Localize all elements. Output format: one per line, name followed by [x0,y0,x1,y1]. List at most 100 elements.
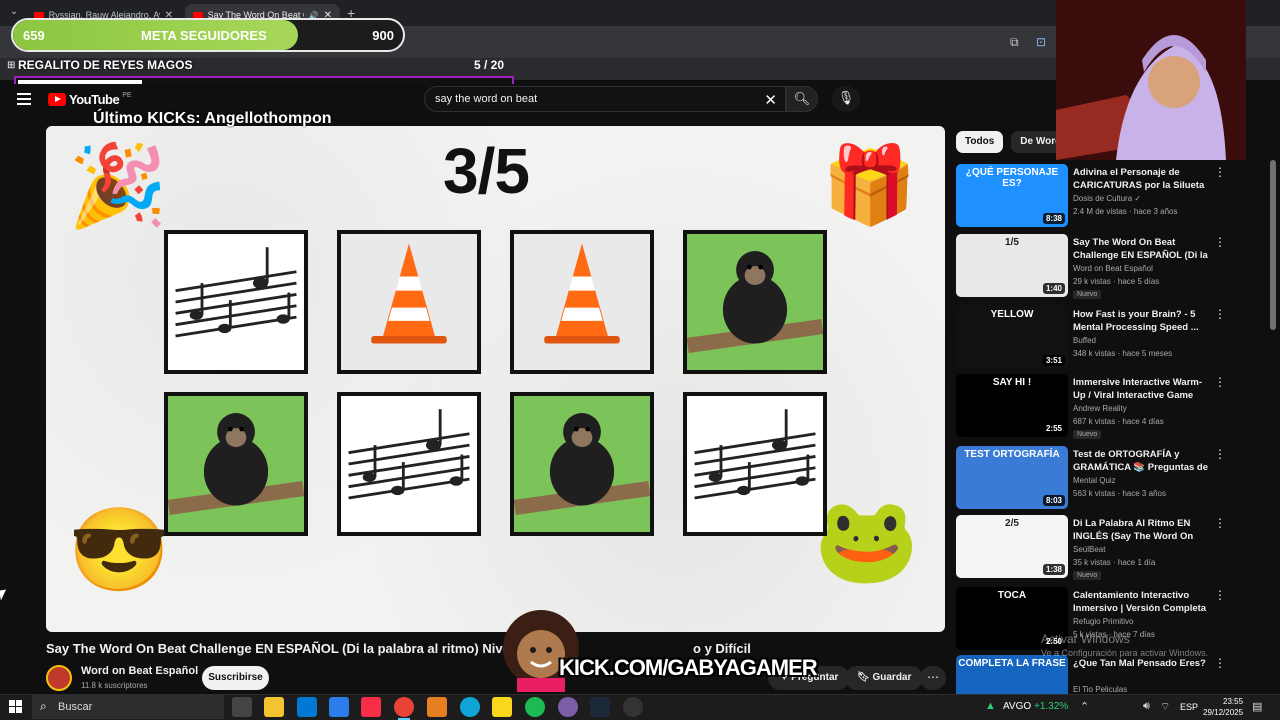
channel-name[interactable]: Word on Beat Español [81,665,198,677]
scrollbar[interactable] [1270,160,1276,330]
channel-avatar[interactable] [46,665,72,691]
related-channel[interactable]: Dosis de Cultura ✓ [1073,194,1141,203]
mail-icon[interactable] [329,697,349,717]
obs-icon[interactable] [623,697,643,717]
search-input[interactable]: say the word on beat ✕ [424,86,786,112]
round-counter: 3/5 [443,135,530,207]
more-options-icon[interactable]: ⋮ [1214,447,1226,461]
steam-icon[interactable] [590,697,610,717]
related-video[interactable]: YELLOW 3:51 How Fast is your Brain? - 5 Me… [956,306,1246,372]
related-channel[interactable]: Word on Beat Español [1073,264,1153,273]
windows-start-icon[interactable] [9,700,22,713]
related-channel[interactable]: Mental Quiz [1073,476,1116,485]
music-app-icon[interactable] [361,697,381,717]
thumbnail-text: TEST ORTOGRAFÍA [964,449,1060,460]
chrome-icon[interactable] [394,697,414,720]
discord-icon[interactable] [558,697,578,717]
more-options-icon[interactable]: ⋮ [1214,307,1226,321]
stock-change: +1.32% [1034,701,1069,712]
related-channel[interactable]: El Tio Peliculas [1073,685,1127,694]
chevron-up-icon[interactable]: ⌃ [1080,700,1089,713]
related-title[interactable]: Adivina el Personaje de CARICATURAS por … [1073,166,1211,192]
word-card-music [164,230,308,374]
video-player[interactable]: 3/5 🎉 🎁 😎 🐸 [46,126,945,632]
mouse-cursor-icon [0,589,8,601]
voice-search-button[interactable]: 🎙︎ [832,86,860,112]
party-popper-icon: 🎉 [68,141,168,230]
cast-icon[interactable]: ⧉ [1010,35,1019,50]
webcam-feed [1056,0,1246,160]
bookmark-icon: 🔖︎ [857,672,873,683]
related-meta: 2.4 M de vistas · hace 3 años [1073,207,1178,216]
word-card-music [337,392,481,536]
activate-windows-title: Activar Windows [1041,632,1130,646]
profile-icon[interactable]: ⊡ [1036,35,1046,49]
more-options-icon[interactable]: ⋮ [1214,375,1226,389]
related-video[interactable]: 1/5 1:40 Say The Word On Beat Challenge EN… [956,234,1246,300]
notifications-icon[interactable]: ▤ [1252,700,1262,713]
thumbnail-text: COMPLETA LA FRASE [958,658,1066,669]
word-card-chimp [683,230,827,374]
related-title[interactable]: Say The Word On Beat Challenge EN ESPAÑO… [1073,236,1211,262]
related-video[interactable]: SAY HI ! 2:55 Immersive Interactive Warm-U… [956,374,1246,440]
sunglasses-emoji-icon: 😎 [68,505,171,596]
related-title[interactable]: Calentamiento Interactivo Inmersivo | Ve… [1073,589,1211,615]
more-actions-button[interactable]: ⋯ [920,666,946,690]
clock[interactable]: 23:55 29/12/2025 [1203,696,1243,718]
related-title[interactable]: How Fast is your Brain? - 5 Mental Proce… [1073,308,1211,334]
edge-icon[interactable] [460,697,480,717]
activate-windows-subtitle: Ve a Configuración para activar Windows. [1041,648,1209,658]
grid-icon: ⊞ [7,60,16,71]
related-video[interactable]: TEST ORTOGRAFÍA 8:03 Test de ORTOGRAFÍA y … [956,446,1246,512]
related-video[interactable]: ¿QUÉ PERSONAJE ES? 8:38 Adivina el Persona… [956,164,1246,230]
vlc-icon[interactable] [427,697,447,717]
more-options-icon[interactable]: ⋮ [1214,165,1226,179]
frog-singer-icon: 🐸 [814,493,919,587]
taskbar-search-placeholder: Buscar [58,701,93,713]
spotify-icon[interactable] [525,697,545,717]
youtube-logo[interactable]: YouTube PE [48,92,132,107]
clear-search-icon[interactable]: ✕ [764,91,777,109]
save-button[interactable]: 🔖︎ Guardar [845,666,924,690]
video-duration: 8:03 [1042,495,1065,506]
related-channel[interactable]: Refugio Primitivo [1073,617,1133,626]
notes-icon[interactable] [492,697,512,717]
menu-icon[interactable] [17,93,31,105]
video-thumbnail[interactable]: 1/5 1:40 [956,234,1068,297]
related-channel[interactable]: Buffed [1073,336,1096,345]
wifi-icon[interactable]: ⌔ [1160,700,1170,714]
screen: ⌄ Ryssian, Rauw Alejandro, Ayra S ✕ Say … [0,0,1280,720]
more-options-icon[interactable]: ⋮ [1214,516,1226,530]
video-thumbnail[interactable]: SAY HI ! 2:55 [956,374,1068,437]
video-thumbnail[interactable]: ¿QUÉ PERSONAJE ES? 8:38 [956,164,1068,227]
chip-all[interactable]: Todos [956,131,1004,153]
language-indicator[interactable]: ESP [1180,702,1198,712]
related-title[interactable]: Di La Palabra Al Ritmo EN INGLÉS (Say Th… [1073,517,1211,543]
related-title[interactable]: ¿Que Tan Mal Pensado Eres? [1073,657,1211,670]
save-label: Guardar [872,672,912,683]
video-thumbnail[interactable]: 2/5 1:38 [956,515,1068,578]
video-title: Say The Word On Beat Challenge EN ESPAÑO… [46,641,751,656]
video-thumbnail[interactable]: YELLOW 3:51 [956,306,1068,369]
more-options-icon[interactable]: ⋮ [1214,235,1226,249]
related-title[interactable]: Immersive Interactive Warm-Up / Viral In… [1073,376,1211,402]
goal-current: 659 [23,28,45,43]
video-title-tail: o y Difícil [693,641,751,656]
related-meta: 563 k vistas · hace 3 años [1073,489,1166,498]
stock-ticker[interactable]: AVGO [1003,701,1031,712]
related-channel[interactable]: SeúlBeat [1073,545,1105,554]
more-options-icon[interactable]: ⋮ [1214,588,1226,602]
store-icon[interactable] [297,697,317,717]
related-video[interactable]: 2/5 1:38 Di La Palabra Al Ritmo EN INGLÉS … [956,515,1246,581]
tab-search-icon[interactable]: ⌄ [6,6,22,20]
subscribe-button[interactable]: Suscribirse [202,666,269,690]
file-explorer-icon[interactable] [264,697,284,717]
more-options-icon[interactable]: ⋮ [1214,656,1226,670]
search-button[interactable]: 🔍︎ [786,86,818,112]
clock-date: 29/12/2025 [1203,708,1244,717]
task-view-icon[interactable] [232,697,252,717]
video-thumbnail[interactable]: TEST ORTOGRAFÍA 8:03 [956,446,1068,509]
volume-icon[interactable]: 🔊︎ [1143,700,1150,713]
related-title[interactable]: Test de ORTOGRAFÍA y GRAMÁTICA 📚 Pregunt… [1073,448,1211,474]
related-channel[interactable]: Andrew Reality [1073,404,1127,413]
